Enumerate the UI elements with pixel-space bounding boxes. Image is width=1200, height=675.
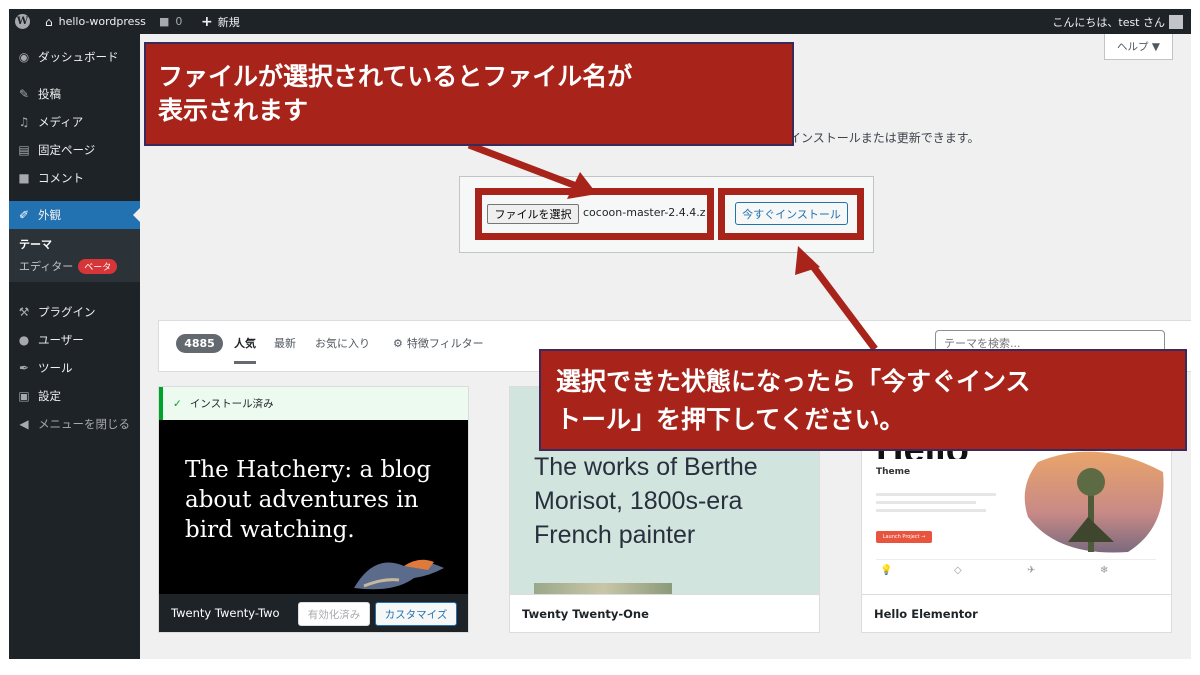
callout-line: 選択できた状態になったら「今すぐインス [556, 367, 1031, 396]
wordpress-admin-screen: W ⌂ hello-wordpress ■ 0 + 新規 こんにちは、test … [9, 9, 1191, 659]
callout-line: ファイルが選択されているとファイル名が [158, 62, 633, 91]
callout-file-selected: ファイルが選択されているとファイル名が 表示されます [144, 42, 794, 146]
callout-line: トール」を押下してください。 [556, 405, 905, 434]
arrow-line-bottom [806, 258, 878, 352]
callout-press-install: 選択できた状態になったら「今すぐインス トール」を押下してください。 [539, 349, 1187, 451]
callout-line: 表示されます [158, 96, 309, 125]
arrow-line-top [467, 141, 581, 191]
